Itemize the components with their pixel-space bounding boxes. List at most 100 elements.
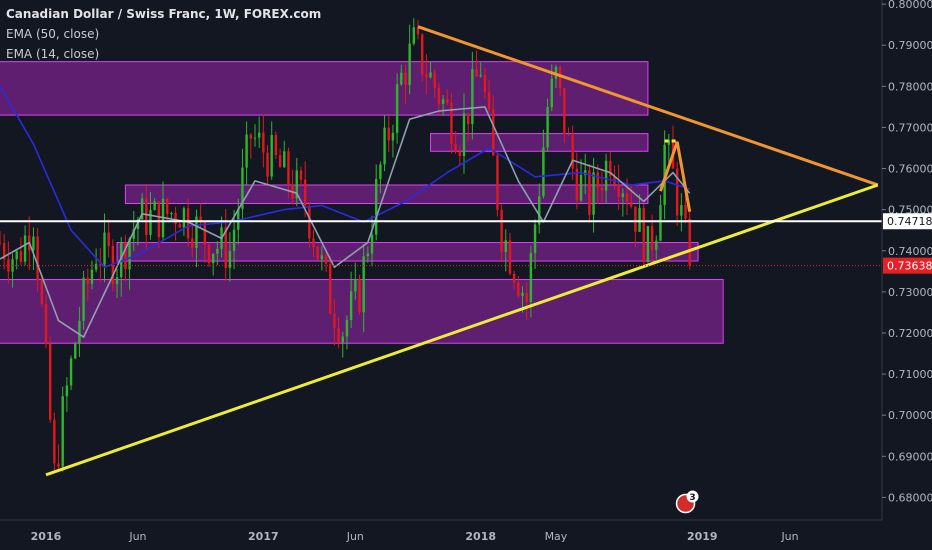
candle-body [157, 201, 161, 238]
candle-body [604, 160, 608, 191]
candle-body [496, 155, 499, 210]
y-tick-label: 0.73000 [888, 286, 932, 299]
candle-body [349, 291, 353, 320]
candle-body [316, 246, 319, 260]
candle-body [412, 27, 416, 44]
badge-count: 3 [689, 493, 695, 503]
candle-body [508, 240, 512, 274]
candle-body [646, 226, 650, 263]
candle-body [166, 198, 169, 215]
candle-body [529, 252, 533, 303]
candle-body [425, 74, 428, 78]
y-tick-label: 0.76000 [888, 163, 932, 176]
x-tick-label: Jun [780, 530, 798, 543]
candle-body [287, 151, 290, 185]
candle-body [550, 78, 553, 108]
price-label: 0.73638 [887, 260, 932, 273]
candle-body [525, 292, 528, 303]
candle-body [617, 184, 620, 198]
candle-body [433, 72, 436, 89]
candle-body [466, 113, 470, 125]
y-tick-label: 0.68000 [888, 491, 932, 504]
x-tick-label: 2018 [465, 530, 496, 543]
candle-body [333, 313, 336, 329]
candle-body [408, 43, 411, 85]
candle-body [358, 279, 361, 313]
candle-body [178, 224, 181, 228]
candle-body [400, 72, 403, 85]
candle-body [270, 134, 273, 177]
candle-body [680, 205, 683, 216]
candle-body [542, 147, 545, 197]
candle-body [383, 127, 386, 165]
candle-body [329, 263, 332, 314]
zone-box-4[interactable] [0, 279, 724, 344]
candle-body [600, 187, 604, 191]
candle-body [533, 224, 537, 253]
candle-body [61, 396, 64, 467]
candle-body [391, 132, 395, 141]
x-tick-label: 2016 [31, 530, 62, 543]
candle-body [203, 222, 207, 245]
y-tick-label: 0.69000 [888, 450, 932, 463]
candle-body [684, 205, 687, 219]
candle-body [345, 319, 349, 337]
x-tick-label: 2019 [687, 530, 718, 543]
candle-body [149, 209, 152, 235]
candle-body [454, 143, 457, 152]
chart-legend: Canadian Dollar / Swiss Franc, 1W, FOREX… [6, 4, 321, 64]
candle-body [462, 113, 466, 156]
ema14-legend[interactable]: EMA (14, close) [6, 44, 321, 64]
candle-body [366, 253, 370, 257]
candle-body [191, 238, 194, 248]
y-tick-label: 0.74000 [888, 245, 932, 258]
candle-body [625, 193, 629, 202]
candle-body [592, 172, 595, 215]
zone-box-3[interactable] [116, 242, 699, 262]
x-tick-label: May [545, 530, 568, 543]
candle-body [596, 172, 599, 188]
y-tick-label: 0.70000 [888, 409, 932, 422]
candle-body [153, 201, 156, 210]
candle-body [299, 170, 303, 180]
candle-body [375, 178, 378, 235]
candle-body [659, 205, 662, 241]
candle-body [15, 251, 18, 260]
candle-body [446, 99, 449, 104]
candle-body [283, 151, 286, 168]
candle-body [567, 133, 570, 135]
candle-body [521, 292, 524, 296]
candle-body [78, 320, 81, 344]
candle-body [395, 84, 399, 133]
candle-body [588, 170, 591, 215]
candle-body [0, 242, 2, 244]
candle-body [517, 282, 520, 296]
candle-body [634, 206, 637, 232]
candle-body [512, 273, 516, 283]
candle-body [266, 152, 269, 177]
candle-body [479, 75, 482, 77]
candle-body [500, 209, 503, 253]
candle-body [638, 207, 641, 232]
candle-body [650, 226, 654, 250]
candle-body [362, 256, 365, 313]
x-tick-label: Jun [346, 530, 364, 543]
candle-body [642, 207, 645, 263]
candle-body [74, 343, 77, 359]
candle-body [245, 134, 248, 168]
candle-body [107, 232, 110, 246]
candle-body [19, 251, 23, 262]
y-tick-label: 0.72000 [888, 327, 932, 340]
ema50-legend[interactable]: EMA (50, close) [6, 24, 321, 44]
candle-body [262, 132, 265, 153]
candle-body [170, 212, 173, 215]
candle-body [115, 277, 119, 285]
candle-body [546, 107, 549, 148]
candle-body [82, 277, 85, 321]
candle-body [354, 279, 357, 292]
candle-body [274, 134, 278, 156]
candle-body [492, 109, 495, 156]
candle-body [182, 208, 186, 228]
candle-body [257, 132, 261, 138]
price-chart[interactable]: 0.800000.790000.780000.770000.760000.750… [0, 0, 932, 550]
